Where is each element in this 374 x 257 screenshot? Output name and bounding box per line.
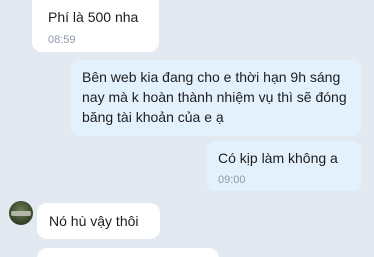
message-bubble-outgoing[interactable]: Có kịp làm không a 09:00	[206, 141, 362, 191]
message-text: Có kịp làm không a	[218, 150, 338, 166]
message-bubble-outgoing[interactable]: Bên web kia đang cho e thời hạn 9h sáng …	[70, 60, 362, 136]
chat-thread: Phí là 500 nha 08:59 Bên web kia đang ch…	[0, 0, 374, 257]
contact-avatar[interactable]	[9, 201, 33, 225]
avatar-photo	[11, 211, 31, 216]
message-text: Bên web kia đang cho e thời hạn 9h sáng …	[82, 69, 347, 125]
message-text: Phí là 500 nha	[48, 9, 139, 25]
message-text: Nó hù vậy thôi	[49, 213, 139, 229]
message-time: 08:59	[48, 34, 76, 46]
message-bubble-incoming[interactable]	[37, 248, 219, 257]
message-bubble-incoming[interactable]: Nó hù vậy thôi	[37, 203, 160, 239]
message-bubble-incoming[interactable]: Phí là 500 nha 08:59	[32, 0, 159, 52]
message-time: 09:00	[218, 174, 246, 186]
